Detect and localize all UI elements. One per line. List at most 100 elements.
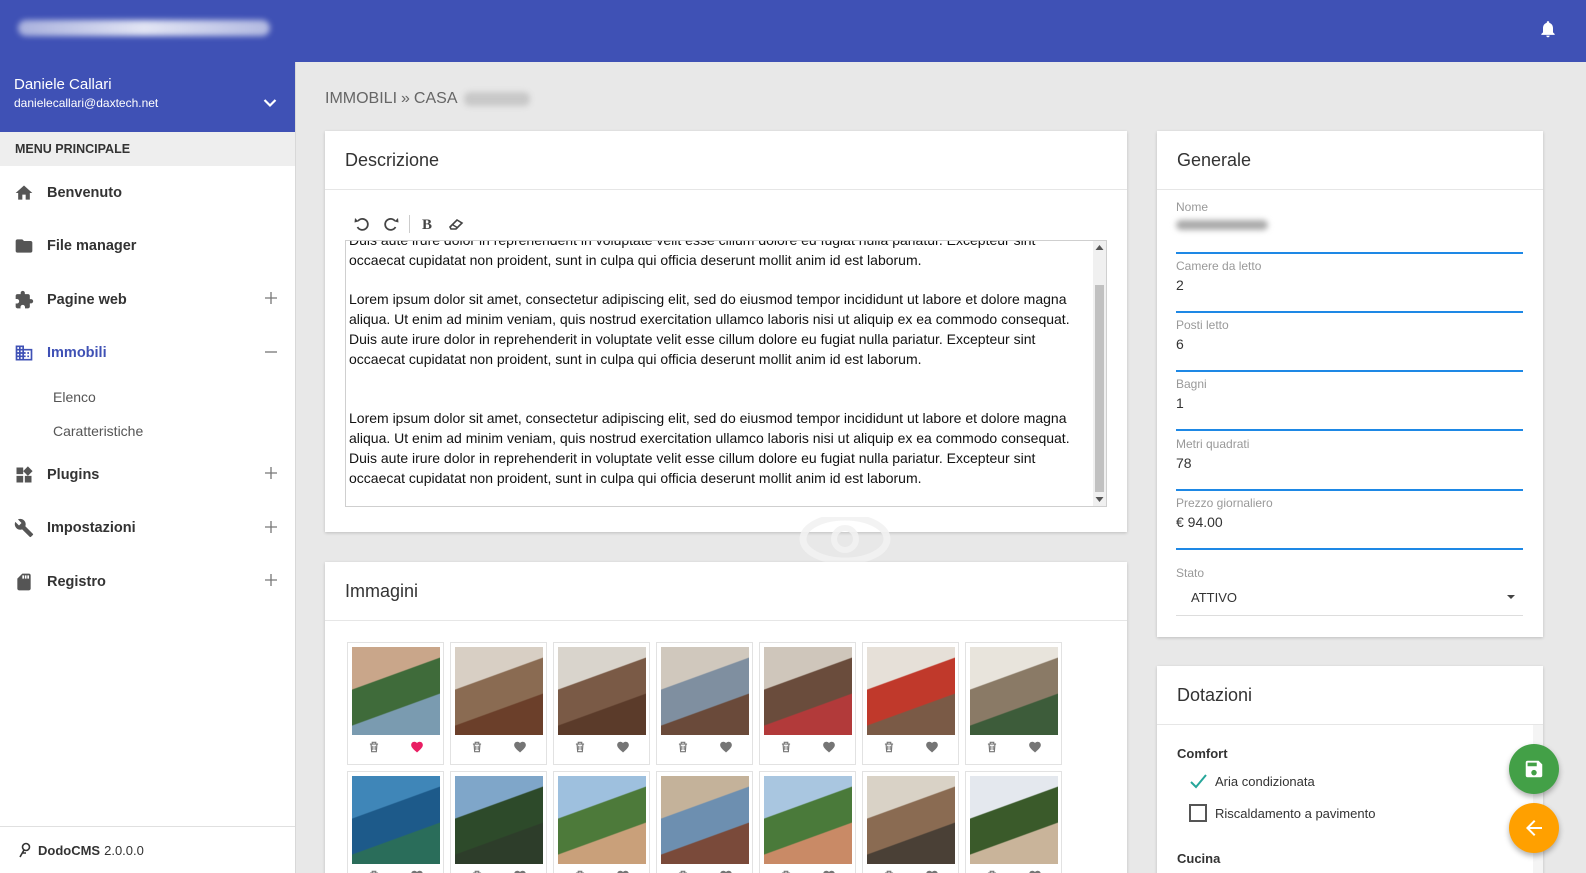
sidebar-item-benvenuto[interactable]: Benvenuto xyxy=(0,166,295,220)
property-photo-thumbnail[interactable] xyxy=(455,647,543,735)
checkmark-icon[interactable] xyxy=(1189,772,1207,790)
square-meters-field[interactable]: Metri quadrati 78 xyxy=(1176,437,1523,491)
heart-icon[interactable] xyxy=(616,740,630,754)
eraser-icon[interactable] xyxy=(447,215,465,233)
property-photo-thumbnail[interactable] xyxy=(661,647,749,735)
daily-price-field[interactable]: Prezzo giornaliero € 94.00 xyxy=(1176,496,1523,550)
expand-plus-icon[interactable] xyxy=(265,520,277,533)
trash-icon[interactable] xyxy=(985,740,999,754)
breadcrumb-immobili[interactable]: IMMOBILI xyxy=(325,90,397,108)
beds-field[interactable]: Posti letto 6 xyxy=(1176,318,1523,372)
heart-icon[interactable] xyxy=(822,869,836,873)
property-photo-thumbnail[interactable] xyxy=(558,776,646,864)
trash-icon[interactable] xyxy=(779,869,793,873)
heart-icon[interactable] xyxy=(1028,740,1042,754)
amenity-air-conditioning[interactable]: Aria condizionata xyxy=(1189,772,1315,790)
chevron-down-icon[interactable] xyxy=(263,98,277,108)
rich-text-editor[interactable]: Duis aute irure dolor in reprehenderit i… xyxy=(345,240,1107,507)
bathrooms-field[interactable]: Bagni 1 xyxy=(1176,377,1523,431)
sidebar-subitem-caratteristiche[interactable]: Caratteristiche xyxy=(0,414,295,448)
user-account-box[interactable]: Daniele Callari danielecallari@daxtech.n… xyxy=(0,62,295,132)
image-tile[interactable] xyxy=(759,771,856,873)
image-tile[interactable] xyxy=(965,642,1062,765)
property-photo-thumbnail[interactable] xyxy=(970,647,1058,735)
expand-plus-icon[interactable] xyxy=(265,467,277,479)
sidebar-item-file-manager[interactable]: File manager xyxy=(0,220,295,274)
image-tile[interactable] xyxy=(862,642,959,765)
status-select[interactable]: Stato ATTIVO xyxy=(1176,566,1523,616)
heart-icon[interactable] xyxy=(410,869,424,873)
heart-icon[interactable] xyxy=(513,869,527,873)
heart-icon[interactable] xyxy=(925,740,939,754)
image-tile[interactable] xyxy=(759,642,856,765)
property-photo-thumbnail[interactable] xyxy=(661,776,749,864)
sidebar-subitem-elenco[interactable]: Elenco xyxy=(0,380,295,414)
heart-icon[interactable] xyxy=(616,869,630,873)
expand-plus-icon[interactable] xyxy=(265,574,277,586)
trash-icon[interactable] xyxy=(470,740,484,754)
image-tile[interactable] xyxy=(553,771,650,873)
bell-icon[interactable] xyxy=(1538,18,1558,40)
editor-scroll-thumb[interactable] xyxy=(1095,285,1104,492)
property-photo-thumbnail[interactable] xyxy=(352,776,440,864)
trash-icon[interactable] xyxy=(573,740,587,754)
editor-content[interactable]: Duis aute irure dolor in reprehenderit i… xyxy=(349,241,1091,506)
image-tile[interactable] xyxy=(553,642,650,765)
image-tile[interactable] xyxy=(450,771,547,873)
sidebar-item-immobili[interactable]: Immobili xyxy=(0,327,295,381)
property-photo-thumbnail[interactable] xyxy=(867,776,955,864)
image-tile[interactable] xyxy=(862,771,959,873)
expand-plus-icon[interactable] xyxy=(265,292,277,304)
property-photo-thumbnail[interactable] xyxy=(867,647,955,735)
heart-icon[interactable] xyxy=(719,869,733,873)
trash-icon[interactable] xyxy=(985,869,999,873)
scroll-up-arrow-icon[interactable] xyxy=(1095,244,1104,251)
name-field[interactable]: Nome xyxy=(1176,200,1523,254)
checkbox-empty-icon[interactable] xyxy=(1189,804,1207,822)
property-photo-thumbnail[interactable] xyxy=(352,647,440,735)
trash-icon[interactable] xyxy=(367,869,381,873)
image-tile[interactable] xyxy=(450,642,547,765)
heart-icon[interactable] xyxy=(1028,869,1042,873)
sidebar-item-plugins[interactable]: Plugins xyxy=(0,448,295,502)
sidebar-item-registro[interactable]: Registro xyxy=(0,555,295,609)
trash-icon[interactable] xyxy=(779,740,793,754)
field-label: Posti letto xyxy=(1176,318,1229,332)
bold-icon[interactable]: B xyxy=(418,215,436,233)
sidebar-item-impostazioni[interactable]: Impostazioni xyxy=(0,502,295,556)
trash-icon[interactable] xyxy=(882,740,896,754)
image-tile[interactable] xyxy=(347,642,444,765)
collapse-minus-icon[interactable] xyxy=(265,346,277,358)
sidebar-item-pagine-web[interactable]: Pagine web xyxy=(0,273,295,327)
amenity-floor-heating[interactable]: Riscaldamento a pavimento xyxy=(1189,804,1375,822)
heart-icon[interactable] xyxy=(410,740,424,754)
heart-icon[interactable] xyxy=(513,740,527,754)
bedrooms-field[interactable]: Camere da letto 2 xyxy=(1176,259,1523,313)
property-photo-thumbnail[interactable] xyxy=(764,647,852,735)
trash-icon[interactable] xyxy=(367,740,381,754)
heart-icon[interactable] xyxy=(925,869,939,873)
undo-icon[interactable] xyxy=(353,215,371,233)
trash-icon[interactable] xyxy=(573,869,587,873)
save-button[interactable] xyxy=(1509,744,1559,794)
trash-icon[interactable] xyxy=(470,869,484,873)
image-tile[interactable] xyxy=(965,771,1062,873)
back-button[interactable] xyxy=(1509,803,1559,853)
scroll-down-arrow-icon[interactable] xyxy=(1095,496,1104,503)
image-tile[interactable] xyxy=(347,771,444,873)
heart-icon[interactable] xyxy=(822,740,836,754)
redo-icon[interactable] xyxy=(382,215,400,233)
property-photo-thumbnail[interactable] xyxy=(558,647,646,735)
trash-icon[interactable] xyxy=(882,869,896,873)
property-photo-thumbnail[interactable] xyxy=(970,776,1058,864)
heart-icon[interactable] xyxy=(719,740,733,754)
property-photo-thumbnail[interactable] xyxy=(764,776,852,864)
trash-icon[interactable] xyxy=(676,740,690,754)
editor-scrollbar[interactable] xyxy=(1093,241,1106,506)
trash-icon[interactable] xyxy=(676,869,690,873)
image-tile[interactable] xyxy=(656,771,753,873)
amenities-title: Dotazioni xyxy=(1157,666,1543,725)
property-photo-thumbnail[interactable] xyxy=(455,776,543,864)
save-icon xyxy=(1525,760,1543,778)
image-tile[interactable] xyxy=(656,642,753,765)
